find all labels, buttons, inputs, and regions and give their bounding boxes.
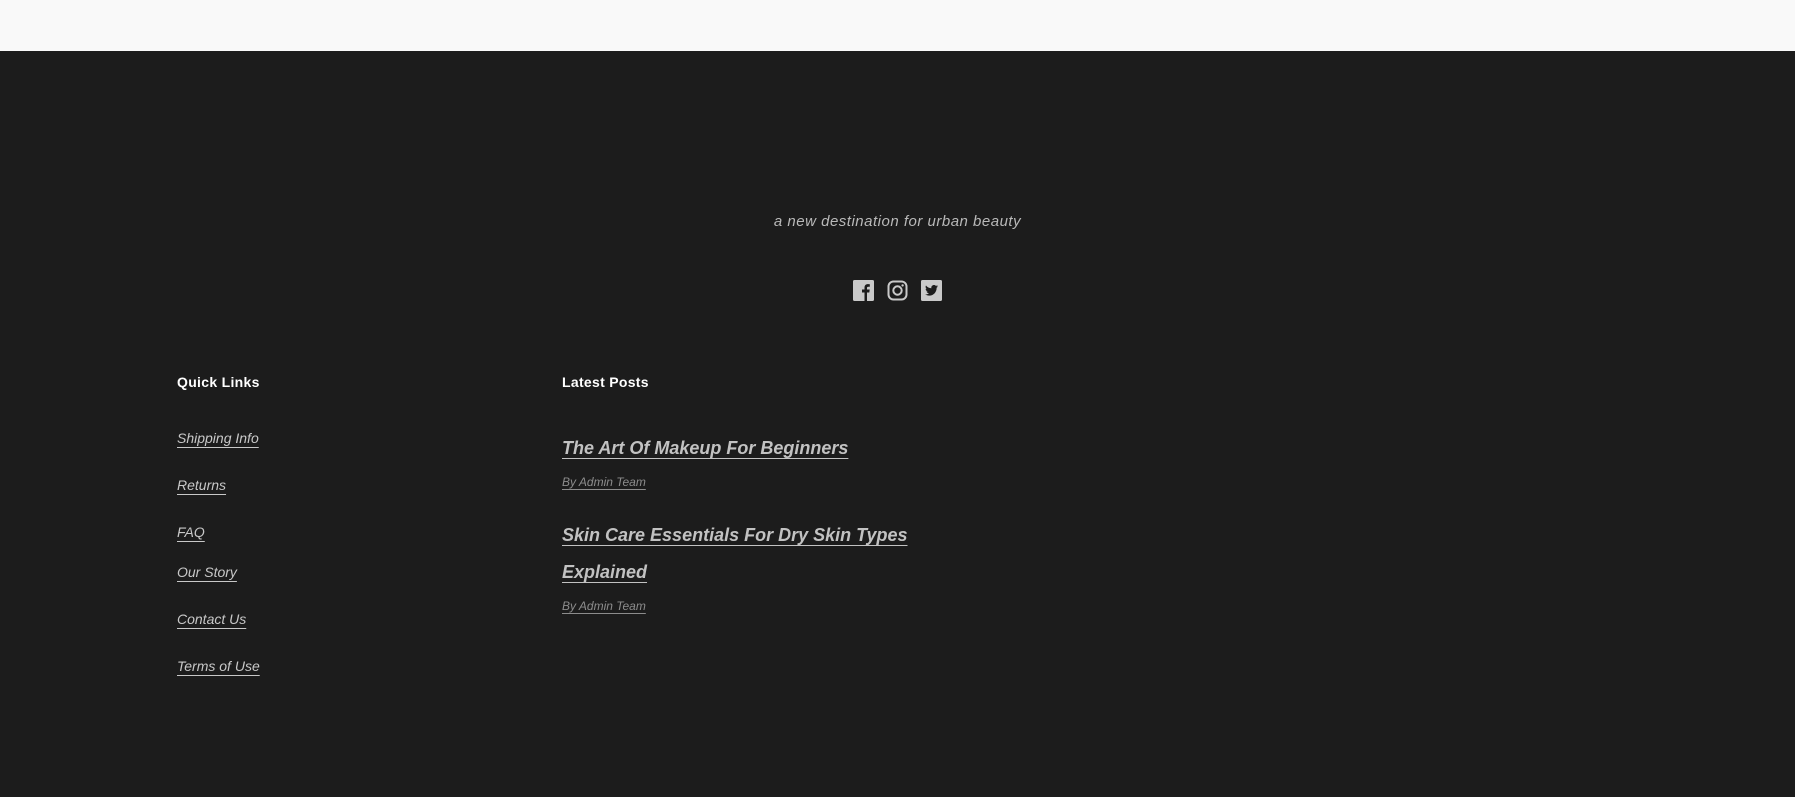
social-links xyxy=(0,280,1795,301)
instagram-icon xyxy=(887,280,908,301)
latest-posts-title: Latest Posts xyxy=(562,374,649,390)
quick-link[interactable]: Terms of Use xyxy=(177,658,260,674)
post-item: Skin Care Essentials For Dry Skin Types … xyxy=(562,517,942,613)
list-item: Shipping Info xyxy=(177,430,517,477)
facebook-link[interactable] xyxy=(853,280,874,301)
top-bar xyxy=(0,0,1795,51)
post-title-link[interactable]: The Art Of Makeup For Beginners xyxy=(562,438,848,458)
list-item: Our Story xyxy=(177,564,517,611)
quick-link[interactable]: Contact Us xyxy=(177,611,246,627)
post-item: The Art Of Makeup For Beginners By Admin… xyxy=(562,430,942,489)
list-item: Contact Us xyxy=(177,611,517,658)
quick-links-column: Quick Links Shipping Info Returns FAQ Ou… xyxy=(177,374,517,705)
quick-link[interactable]: Shipping Info xyxy=(177,430,259,446)
twitter-icon xyxy=(921,280,942,301)
quick-link[interactable]: Our Story xyxy=(177,564,237,580)
post-author-link[interactable]: By Admin Team xyxy=(562,475,942,489)
facebook-icon xyxy=(853,280,874,301)
quick-link[interactable]: FAQ xyxy=(177,524,205,540)
latest-posts-column: Latest Posts The Art Of Makeup For Begin… xyxy=(562,374,942,613)
quick-link[interactable]: Returns xyxy=(177,477,226,493)
quick-links-title: Quick Links xyxy=(177,374,260,390)
list-item: Returns xyxy=(177,477,517,524)
footer-tagline: a new destination for urban beauty xyxy=(773,213,1022,230)
site-footer: a new destination for urban beauty Quick… xyxy=(0,51,1795,797)
instagram-link[interactable] xyxy=(887,280,908,301)
list-item: FAQ xyxy=(177,524,517,564)
twitter-link[interactable] xyxy=(921,280,942,301)
post-title-link[interactable]: Skin Care Essentials For Dry Skin Types … xyxy=(562,525,907,582)
list-item: Terms of Use xyxy=(177,658,517,705)
post-author-link[interactable]: By Admin Team xyxy=(562,599,942,613)
quick-links-list: Shipping Info Returns FAQ Our Story Cont… xyxy=(177,430,517,705)
